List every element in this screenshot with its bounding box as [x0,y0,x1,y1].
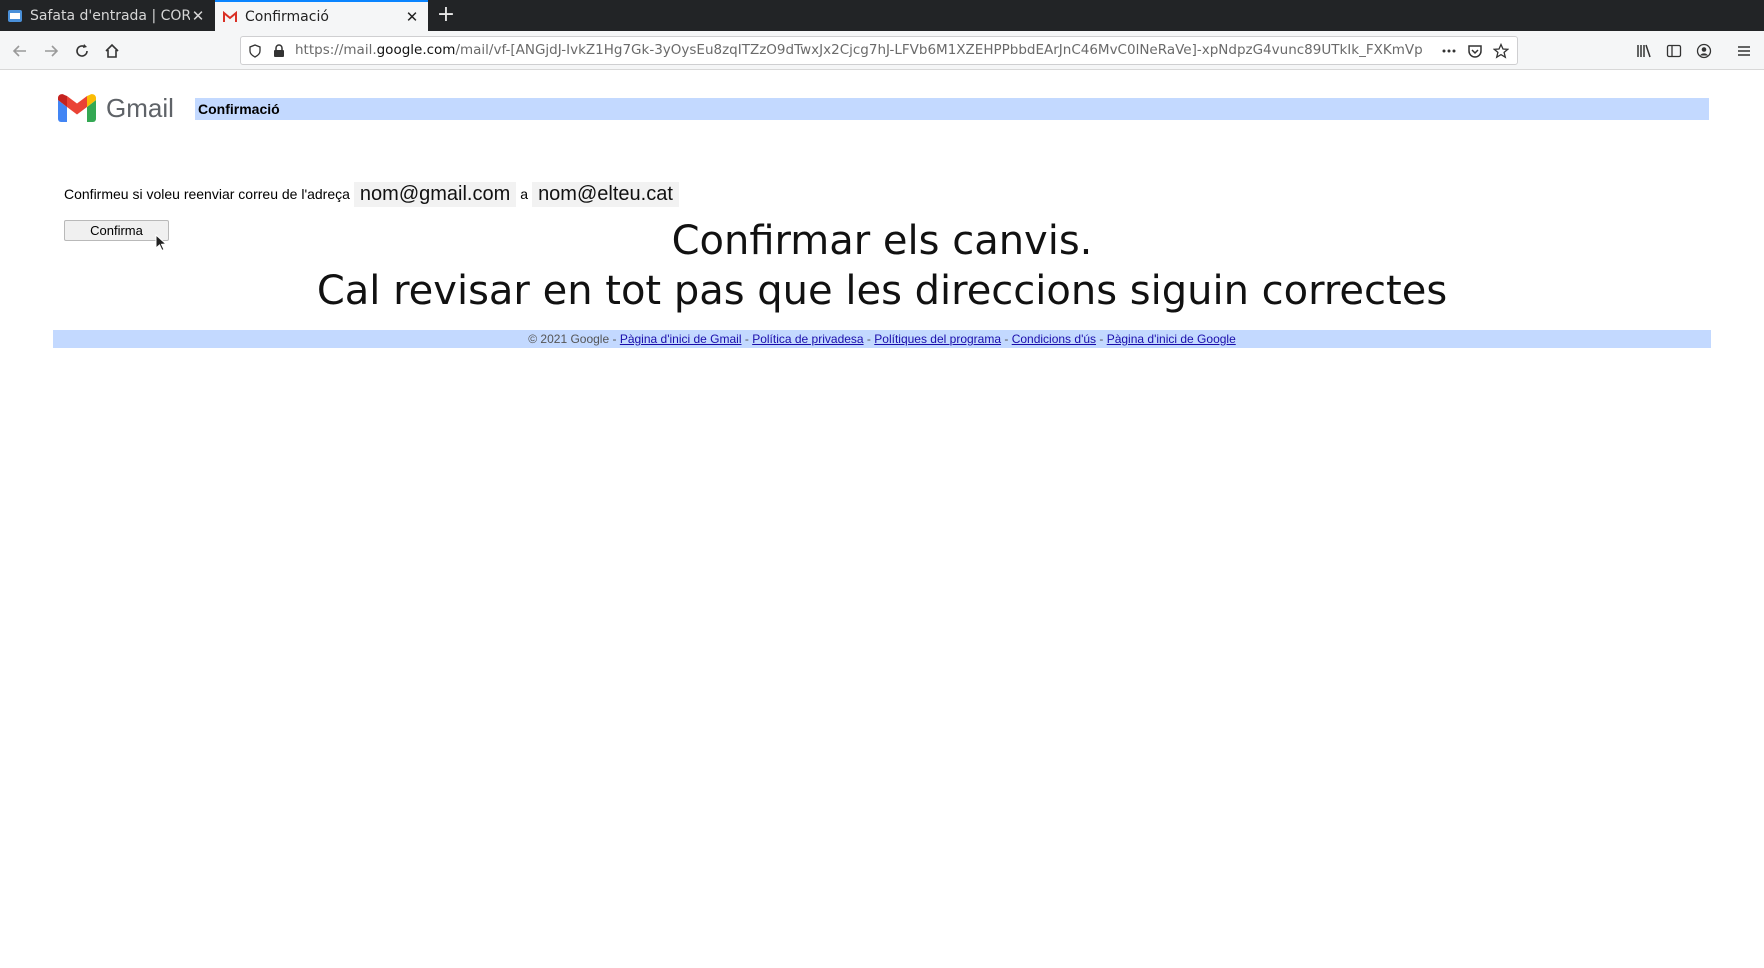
page-title-bar: Confirmació [195,98,1709,120]
footer-link-program-policies[interactable]: Polítiques del programa [874,332,1001,346]
lock-icon[interactable] [271,43,287,59]
forward-icon[interactable] [39,39,63,63]
pocket-icon[interactable] [1467,43,1483,59]
message-connector: a [520,186,529,202]
tab-inbox[interactable]: Safata d'entrada | CORE ✕ [0,0,214,31]
bookmark-star-icon[interactable] [1493,43,1509,59]
mail-favicon-icon [8,9,22,22]
browser-toolbar: https://mail.google.com/mail/vf-[ANGjdJ-… [0,31,1764,70]
overlay-caption-line-1: Confirmar els canvis. [671,218,1093,264]
footer-copyright: © 2021 Google [528,332,610,346]
tab-close-icon[interactable]: ✕ [404,9,420,25]
library-icon[interactable] [1632,39,1656,63]
footer-link-privacy[interactable]: Política de privadesa [752,332,863,346]
tab-title: Confirmació [245,8,329,25]
destination-address: nom@elteu.cat [532,181,679,207]
page-content: Gmail Confirmació Confirmeu si voleu ree… [0,70,1764,968]
source-address: nom@gmail.com [353,181,517,207]
footer-link-terms[interactable]: Condicions d'ús [1012,332,1096,346]
gmail-favicon-icon [223,10,237,22]
address-bar[interactable]: https://mail.google.com/mail/vf-[ANGjdJ-… [240,36,1518,65]
gmail-m-icon [58,94,96,122]
gmail-logo-text: Gmail [106,92,174,123]
tab-title: Safata d'entrada | CORE [30,7,190,24]
tab-confirmation[interactable]: Confirmació ✕ [215,0,428,31]
page-title: Confirmació [198,101,280,117]
forwarding-confirmation-message: Confirmeu si voleu reenviar correu de l'… [64,181,683,207]
back-icon[interactable] [8,39,32,63]
new-tab-icon[interactable]: + [434,3,458,27]
menu-icon[interactable] [1732,39,1756,63]
sidebar-icon[interactable] [1662,39,1686,63]
footer-link-google-home[interactable]: Pàgina d'inici de Google [1107,332,1236,346]
page-actions-icon[interactable] [1441,43,1457,59]
tab-close-icon[interactable]: ✕ [190,8,206,24]
account-icon[interactable] [1692,39,1716,63]
tracking-protection-icon[interactable] [247,43,263,59]
page-footer: © 2021 Google - Pàgina d'inici de Gmail … [53,330,1711,348]
overlay-caption-line-2: Cal revisar en tot pas que les direccion… [316,268,1448,314]
message-prefix: Confirmeu si voleu reenviar correu de l'… [64,186,350,202]
url-text[interactable]: https://mail.google.com/mail/vf-[ANGjdJ-… [295,42,1439,58]
gmail-logo[interactable]: Gmail [58,93,188,123]
reload-icon[interactable] [70,39,94,63]
footer-link-gmail-home[interactable]: Pàgina d'inici de Gmail [620,332,742,346]
browser-tab-strip: Safata d'entrada | CORE ✕ Confirmació ✕ … [0,0,1764,31]
home-icon[interactable] [100,39,124,63]
